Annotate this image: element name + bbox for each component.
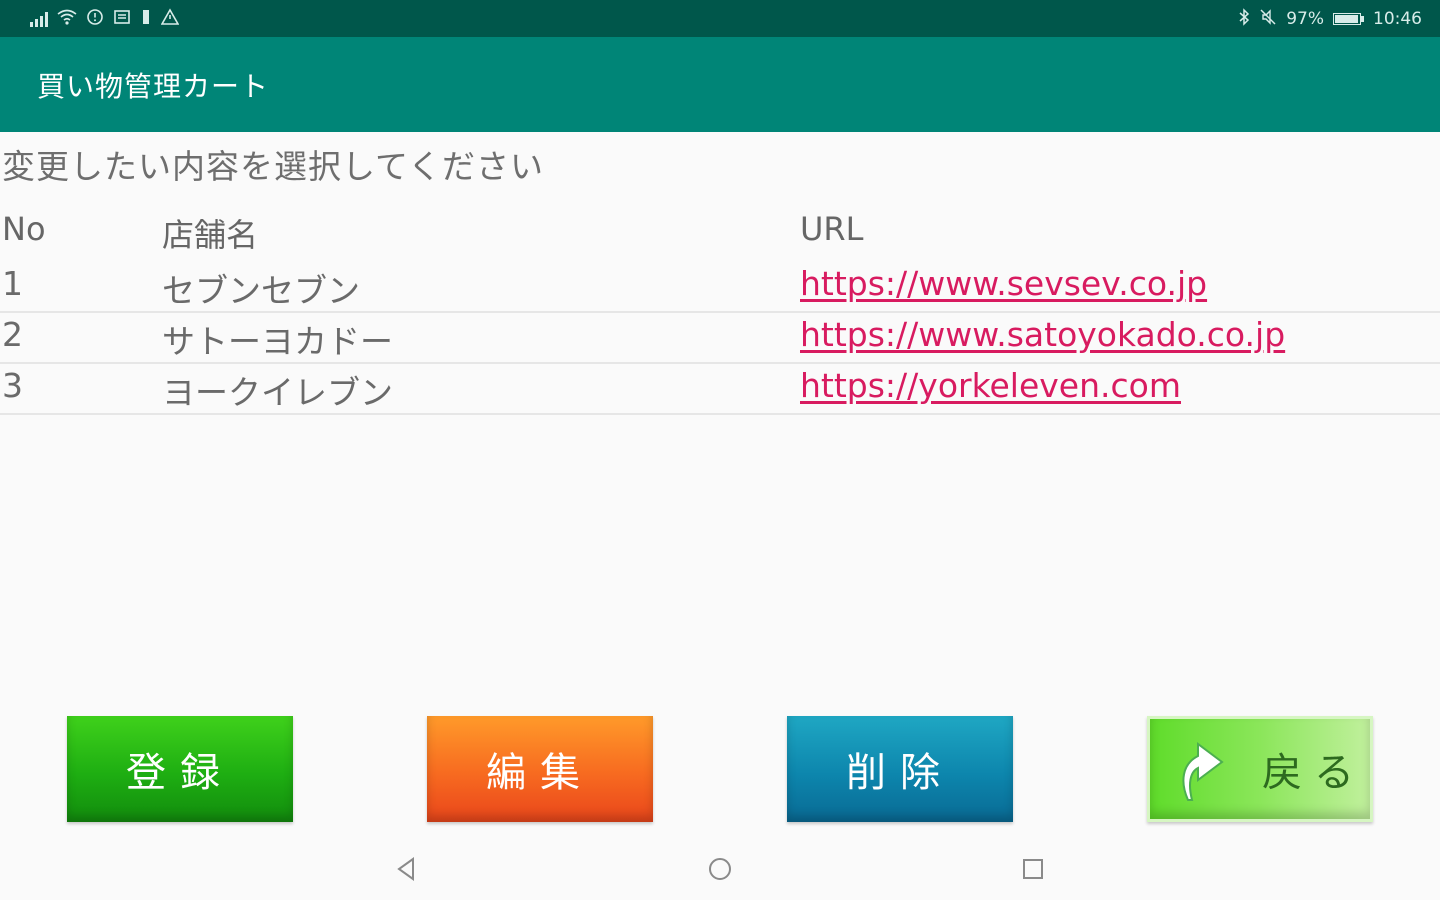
- row-store-name: ヨークイレブン: [162, 373, 393, 412]
- nav-recent-icon[interactable]: [1018, 854, 1048, 884]
- instruction-text: 変更したい内容を選択してください: [2, 147, 545, 186]
- battery-icon: [1333, 12, 1364, 25]
- clock: 10:46: [1373, 8, 1422, 29]
- warning-icon: [160, 8, 180, 29]
- back-button[interactable]: 戻る: [1147, 716, 1373, 822]
- app-title: 買い物管理カート: [37, 69, 270, 103]
- delete-button[interactable]: 削除: [787, 716, 1013, 822]
- system-nav-bar: [0, 836, 1440, 900]
- register-button-label: 登録: [126, 750, 234, 796]
- row-url-link[interactable]: https://yorkeleven.com: [800, 366, 1181, 405]
- row-no: 1: [2, 264, 23, 303]
- nav-back-icon[interactable]: [391, 854, 421, 884]
- row-url-link[interactable]: https://www.sevsev.co.jp: [800, 264, 1207, 303]
- edit-button[interactable]: 編集: [427, 716, 653, 822]
- bluetooth-icon: [1238, 8, 1250, 29]
- row-store-name: セブンセブン: [162, 271, 360, 310]
- signal-icon: [30, 11, 48, 27]
- app-bar: 買い物管理カート: [0, 37, 1440, 132]
- delete-button-label: 削除: [846, 750, 954, 796]
- sim-icon: [113, 8, 131, 29]
- row-no: 3: [2, 366, 23, 405]
- nav-home-icon[interactable]: [705, 854, 735, 884]
- row-no: 2: [2, 315, 23, 354]
- alarm-icon: [86, 8, 104, 29]
- mute-icon: [1259, 8, 1277, 29]
- status-icons-left: [30, 8, 180, 29]
- store-table: No 店舗名 URL 1 セブンセブン https://www.sevsev.c…: [0, 200, 1440, 415]
- header-store-name: 店舗名: [162, 216, 259, 254]
- notification-icon: [140, 8, 152, 29]
- row-url-link[interactable]: https://www.satoyokado.co.jp: [800, 315, 1285, 354]
- table-row[interactable]: 3 ヨークイレブン https://yorkeleven.com: [0, 364, 1440, 415]
- back-button-label: 戻る: [1262, 750, 1366, 796]
- battery-percent: 97%: [1286, 8, 1324, 29]
- status-bar: 97% 10:46: [0, 0, 1440, 37]
- edit-button-label: 編集: [486, 750, 594, 796]
- table-row[interactable]: 1 セブンセブン https://www.sevsev.co.jp: [0, 262, 1440, 313]
- row-store-name: サトーヨカドー: [162, 322, 393, 361]
- wifi-icon: [57, 9, 77, 28]
- header-url: URL: [800, 210, 864, 248]
- curved-arrow-icon: [1182, 742, 1224, 801]
- table-header: No 店舗名 URL: [0, 200, 1440, 262]
- register-button[interactable]: 登録: [67, 716, 293, 822]
- table-row[interactable]: 2 サトーヨカドー https://www.satoyokado.co.jp: [0, 313, 1440, 364]
- header-no: No: [2, 210, 46, 248]
- status-icons-right: 97% 10:46: [1238, 8, 1422, 29]
